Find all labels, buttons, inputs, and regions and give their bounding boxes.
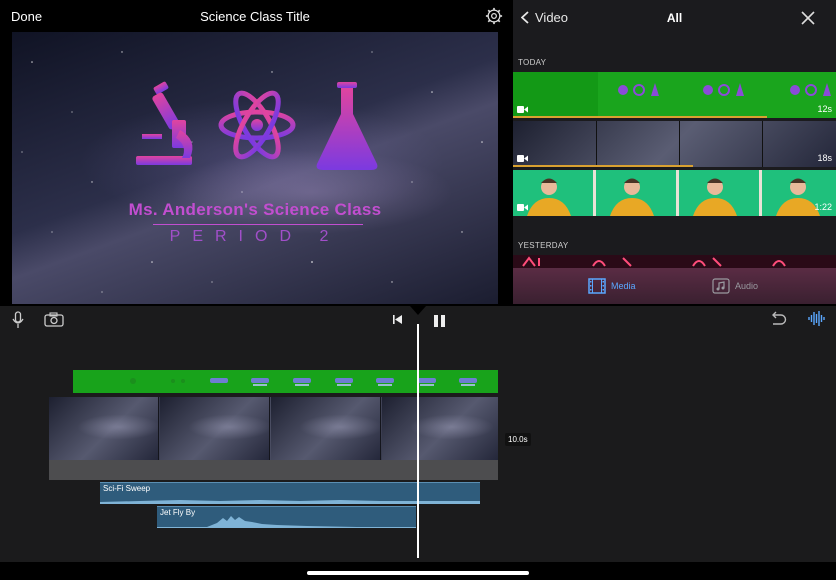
clip-frame xyxy=(49,397,159,460)
clip-duration: 18s xyxy=(817,153,832,163)
close-icon[interactable] xyxy=(800,10,816,26)
video-camera-icon xyxy=(517,155,528,162)
audio-clip-jet-fly-by[interactable]: Jet Fly By xyxy=(157,506,416,528)
section-label-today: TODAY xyxy=(518,58,547,67)
browser-header: Video All xyxy=(513,0,836,36)
microscope-icon xyxy=(136,81,193,165)
audio-waveform xyxy=(157,516,416,528)
video-clip[interactable] xyxy=(49,397,498,460)
title-clip-frames xyxy=(130,378,477,386)
clip-icons-preview xyxy=(618,83,831,96)
clip-frame-divider xyxy=(762,121,763,167)
clip-frame xyxy=(160,397,270,460)
film-strip-icon xyxy=(588,278,606,294)
section-label-yesterday: YESTERDAY xyxy=(518,241,569,250)
undo-icon[interactable] xyxy=(768,311,787,326)
tab-audio-label: Audio xyxy=(735,281,759,291)
playhead[interactable] xyxy=(417,324,419,558)
video-camera-icon xyxy=(517,106,528,113)
flask-icon xyxy=(316,82,378,170)
video-camera-icon xyxy=(517,204,528,211)
music-note-icon xyxy=(712,278,730,294)
clip-frame-divider xyxy=(596,121,597,167)
clip-thumbnail[interactable]: 1:22 xyxy=(513,170,836,216)
overlay-title: Ms. Anderson's Science Class xyxy=(128,200,382,219)
tab-media[interactable]: Media xyxy=(588,278,636,294)
title-clip[interactable] xyxy=(73,370,498,393)
tab-audio[interactable]: Audio xyxy=(712,278,758,294)
clip-duration-badge: 10.0s xyxy=(505,433,531,446)
tab-media-label: Media xyxy=(611,281,636,291)
video-viewer[interactable]: Ms. Anderson's Science Class PERIOD 2 xyxy=(12,32,498,304)
pause-icon[interactable] xyxy=(433,314,446,328)
clip-frame xyxy=(271,397,381,460)
audio-clip-sci-fi-sweep[interactable]: Sci-Fi Sweep xyxy=(100,482,480,504)
microphone-icon[interactable] xyxy=(12,311,24,329)
playhead-notch xyxy=(410,306,426,315)
browser-filter-title[interactable]: All xyxy=(513,11,836,25)
clip-used-indicator xyxy=(513,165,693,167)
media-browser: Video All TODAY 12s 18s 1:22 YESTERDAY M… xyxy=(513,0,836,304)
timeline[interactable]: 10.0s Sci-Fi Sweep Jet Fly By xyxy=(0,306,836,562)
overlay-subtitle: PERIOD 2 xyxy=(169,228,341,245)
clip-frame-divider xyxy=(679,121,680,167)
camera-icon[interactable] xyxy=(44,312,64,327)
browser-tabs: Media Audio xyxy=(513,268,836,304)
clip-frame xyxy=(382,397,498,460)
clip-used-indicator xyxy=(513,116,767,118)
viewer-toolbar: Done Science Class Title xyxy=(0,0,510,32)
clip-thumbnail[interactable]: 12s xyxy=(513,72,836,118)
clip-duration: 12s xyxy=(817,104,832,114)
science-icons xyxy=(136,81,378,170)
audio-waveform-icon[interactable] xyxy=(808,310,825,327)
clip-thumbnail[interactable] xyxy=(513,255,836,268)
clip-duration: 1:22 xyxy=(814,202,832,212)
overlay-divider xyxy=(153,224,363,225)
project-title: Science Class Title xyxy=(200,9,310,24)
atom-icon xyxy=(218,90,296,160)
clip-thumbnail[interactable]: 18s xyxy=(513,121,836,167)
home-indicator[interactable] xyxy=(307,571,529,575)
skip-to-start-icon[interactable] xyxy=(392,314,403,325)
audio-waveform xyxy=(100,500,480,504)
gear-icon[interactable] xyxy=(485,7,503,25)
clip-neon-preview xyxy=(513,255,836,268)
clip-audio-strip[interactable] xyxy=(49,460,498,480)
clip-presenter-frames xyxy=(513,170,836,216)
